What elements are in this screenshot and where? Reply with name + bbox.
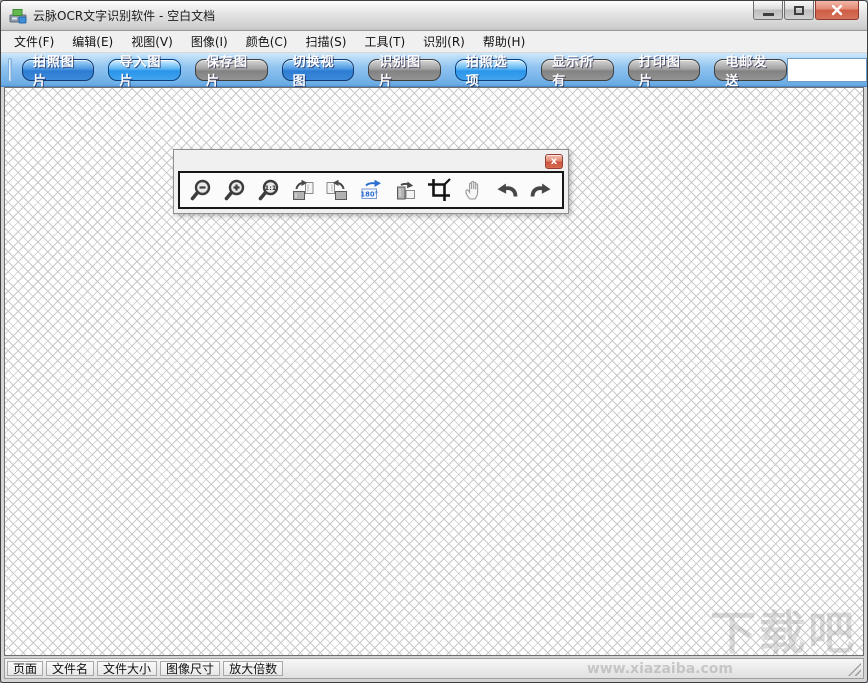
maximize-icon [794,5,804,15]
recognize-image-button[interactable]: 识别图片 [368,55,441,89]
maximize-button[interactable] [784,1,814,20]
zoom-actual-size-icon: 1:1 [258,179,279,201]
rotate-180-icon: 180° [360,179,381,199]
zoom-out-icon [190,179,211,201]
status-panels: 页面 文件名 文件大小 图像尺寸 放大倍数 [7,661,286,676]
redo-icon [530,183,551,197]
hand-pan-icon [465,180,479,200]
zoom-in-button[interactable] [220,174,251,206]
zoom-in-icon [224,179,245,201]
status-panel-file-name: 文件名 [46,661,95,676]
status-panel-image-size: 图像尺寸 [160,661,221,676]
import-image-button[interactable]: 导入图片 [108,55,181,89]
capture-options-button[interactable]: 拍照选项 [454,55,528,89]
undo-icon [497,183,518,197]
image-tools-iconrow: 1:1 180° [178,171,564,209]
title-bar[interactable]: 云脉OCR文字识别软件 - 空白文档 [1,1,867,31]
zoom-out-button[interactable] [186,174,217,206]
status-spacer: www.xiazaiba.com [286,661,861,677]
crop-button[interactable] [424,174,455,206]
rotate-right-90-icon [293,179,314,200]
status-panel-page: 页面 [7,661,44,676]
watermark-text: 下载吧 [710,606,857,656]
crop-icon [428,178,451,201]
workspace: x 1:1 180° 下载吧 [4,87,864,656]
window-title: 云脉OCR文字识别软件 - 空白文档 [33,9,216,23]
toolbar-buttons: 拍照图片 导入图片 保存图片 切换视图 识别图片 拍照选项 显示所有 打印图片 电邮发送 [21,55,787,89]
email-send-button[interactable]: 电邮发送 [714,55,787,89]
window-controls [752,1,859,20]
rotate-left-90-button[interactable] [322,174,353,206]
image-tools-close-button[interactable]: x [545,154,563,169]
toolbar-input[interactable] [787,57,867,82]
app-window: 云脉OCR文字识别软件 - 空白文档 文件(F) 编辑(E) 视图(V) 图像(I) 颜… [0,0,868,683]
close-x-icon [831,4,843,16]
rotate-image-icon [397,181,415,200]
switch-view-button[interactable]: 切换视图 [281,55,355,89]
watermark-url: www.xiazaiba.com [586,661,733,677]
close-button[interactable] [815,1,859,20]
status-panel-zoom-factor: 放大倍数 [223,661,284,676]
undo-button[interactable] [492,174,523,206]
zoom-actual-size-button[interactable]: 1:1 [254,174,285,206]
minimize-button[interactable] [753,1,783,20]
rotate-180-button[interactable]: 180° [356,174,387,206]
show-all-button[interactable]: 显示所有 [541,55,614,89]
hand-pan-button[interactable] [458,174,489,206]
status-panel-file-size: 文件大小 [97,661,158,676]
rotate-image-button[interactable] [390,174,421,206]
save-image-button[interactable]: 保存图片 [195,55,268,89]
main-toolbar: 拍照图片 导入图片 保存图片 切换视图 识别图片 拍照选项 显示所有 打印图片 电邮发送 [1,53,867,89]
svg-text:180°: 180° [360,191,378,199]
rotate-left-90-icon [326,179,347,200]
toolbar-grip[interactable] [8,57,12,82]
resize-grip[interactable] [848,663,861,676]
rotate-right-90-button[interactable] [288,174,319,206]
status-bar: 页面 文件名 文件大小 图像尺寸 放大倍数 www.xiazaiba.com [4,658,864,679]
image-tools-window[interactable]: x 1:1 180° [173,149,569,214]
redo-button[interactable] [526,174,557,206]
print-image-button[interactable]: 打印图片 [627,55,701,89]
app-icon [9,8,27,23]
minimize-icon [762,12,774,16]
svg-text:1:1: 1:1 [265,184,277,192]
capture-image-button[interactable]: 拍照图片 [21,55,95,89]
